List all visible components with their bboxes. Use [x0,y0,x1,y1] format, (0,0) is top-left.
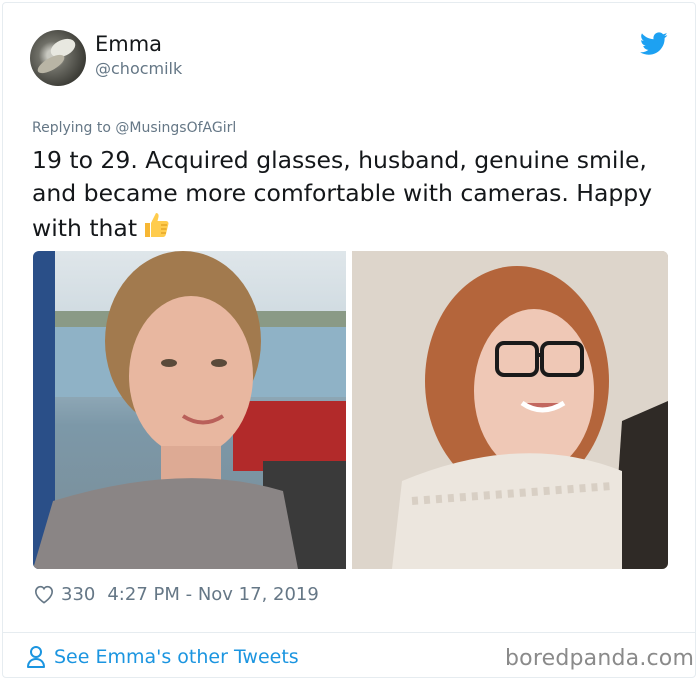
avatar-detail [35,51,67,77]
replying-to: Replying to @MusingsOfAGirl [32,120,236,136]
author-name[interactable]: Emma [95,32,162,56]
replying-prefix: Replying to [32,120,111,136]
photo-age-29[interactable] [352,251,668,569]
photo-age-19[interactable] [33,251,346,569]
heart-icon[interactable] [33,584,55,604]
tweet-timestamp[interactable]: 4:27 PM - Nov 17, 2019 [107,584,318,605]
tweet-text-block: 19 to 29. Acquired glasses, husband, gen… [32,144,682,249]
reply-mention-link[interactable]: @MusingsOfAGirl [115,120,236,136]
watermark: boredpanda.com [505,646,695,671]
twitter-bird-icon[interactable] [640,32,668,56]
tweet-meta: 330 4:27 PM - Nov 17, 2019 [33,582,319,606]
person-icon [27,646,45,668]
photo-left-illustration [33,251,346,569]
photo-right-illustration [352,251,668,569]
see-other-tweets-link[interactable]: See Emma's other Tweets [26,645,299,669]
divider [2,632,696,633]
avatar[interactable] [30,30,86,86]
author-handle[interactable]: @chocmilk [95,59,182,78]
like-count[interactable]: 330 [61,584,95,605]
thumbs-up-icon [141,210,171,249]
see-other-tweets-label: See Emma's other Tweets [54,646,299,668]
tweet-text: 19 to 29. Acquired glasses, husband, gen… [32,146,653,242]
